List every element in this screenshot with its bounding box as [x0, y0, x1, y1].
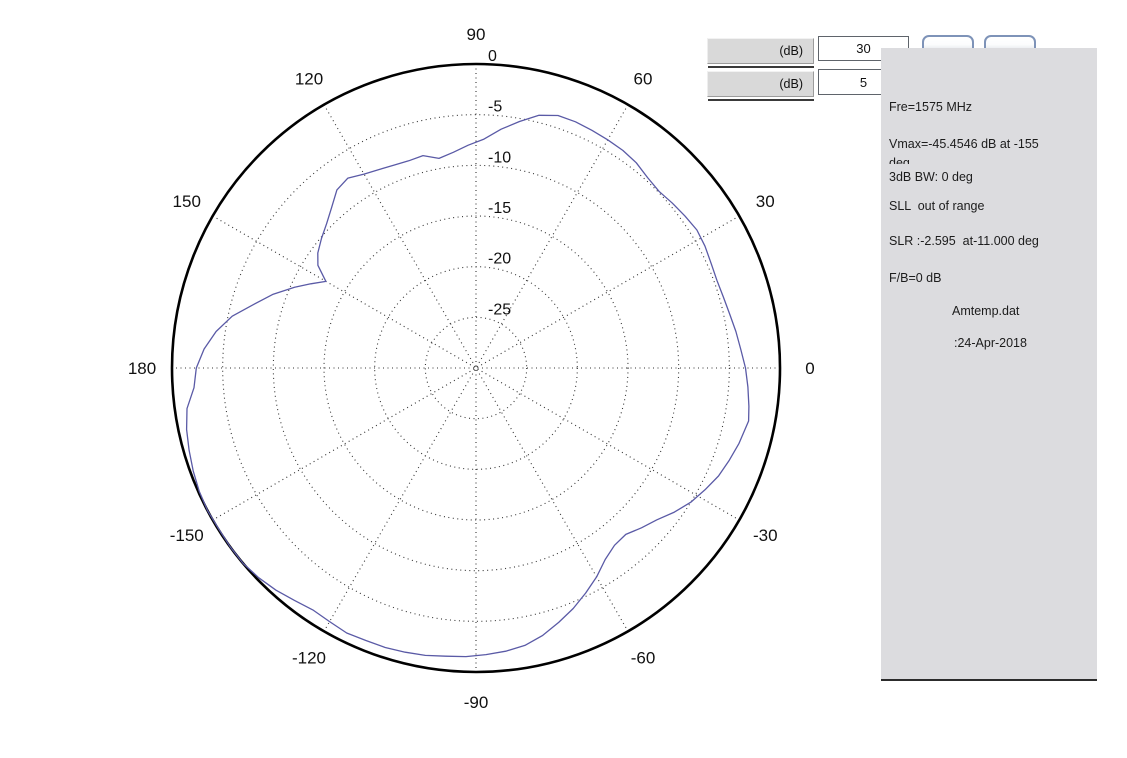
radial-tick-label: 0: [488, 48, 497, 65]
angle-tick-label: 120: [295, 70, 323, 89]
radial-tick-label: -5: [488, 99, 502, 116]
radial-tick-labels: 0 -5 -10 -15 -20 -25: [488, 48, 511, 318]
db-range-label: (dB): [707, 38, 814, 64]
frequency-text: Fre=1575 MHz: [889, 100, 972, 114]
radial-tick-label: -10: [488, 149, 511, 166]
db-range-label-shadow: [708, 66, 814, 68]
angle-tick-label: 30: [756, 192, 775, 211]
file-date-text: :24-Apr-2018: [954, 336, 1027, 350]
pattern-trace: [187, 115, 749, 656]
angle-tick-label: -150: [170, 526, 204, 545]
front-back-text: F/B=0 dB: [889, 271, 941, 285]
angle-tick-label: -30: [753, 526, 778, 545]
slr-text: SLR :-2.595 at-11.000 deg: [889, 234, 1039, 248]
db-step-label: (dB): [707, 71, 814, 97]
radial-tick-label: -20: [488, 251, 511, 268]
angle-tick-label: 60: [634, 70, 653, 89]
radial-tick-label: -25: [488, 301, 511, 318]
radial-tick-label: -15: [488, 200, 511, 217]
angle-tick-label: -120: [292, 648, 326, 667]
angle-tick-label: -60: [631, 648, 656, 667]
beamwidth-text: 3dB BW: 0 deg: [889, 170, 973, 184]
angle-tick-label: 90: [467, 25, 486, 44]
vmax-text: Vmax=-45.4546 dB at -155: [889, 137, 1039, 151]
grid-ring: [375, 267, 578, 470]
angle-tick-label: 180: [128, 359, 156, 378]
db-step-label-text: (dB): [779, 77, 803, 91]
application-window: 90 60 30 0 -30 -60 -90 -120 -150 180 150 120 0 -5 -10 -…: [0, 0, 1127, 758]
db-range-label-text: (dB): [779, 44, 803, 58]
angle-tick-label: 0: [805, 359, 814, 378]
angle-tick-label: 150: [173, 192, 201, 211]
sll-text: SLL out of range: [889, 199, 984, 213]
results-panel: Fre=1575 MHz Vmax=-45.4546 dB at -155 de…: [881, 48, 1097, 681]
db-step-label-shadow: [708, 99, 814, 101]
vmax-text-clipped: deg: [889, 156, 910, 164]
angle-tick-label: -90: [464, 693, 489, 712]
grid-ring: [425, 317, 526, 418]
file-name-text: Amtemp.dat: [952, 304, 1019, 318]
